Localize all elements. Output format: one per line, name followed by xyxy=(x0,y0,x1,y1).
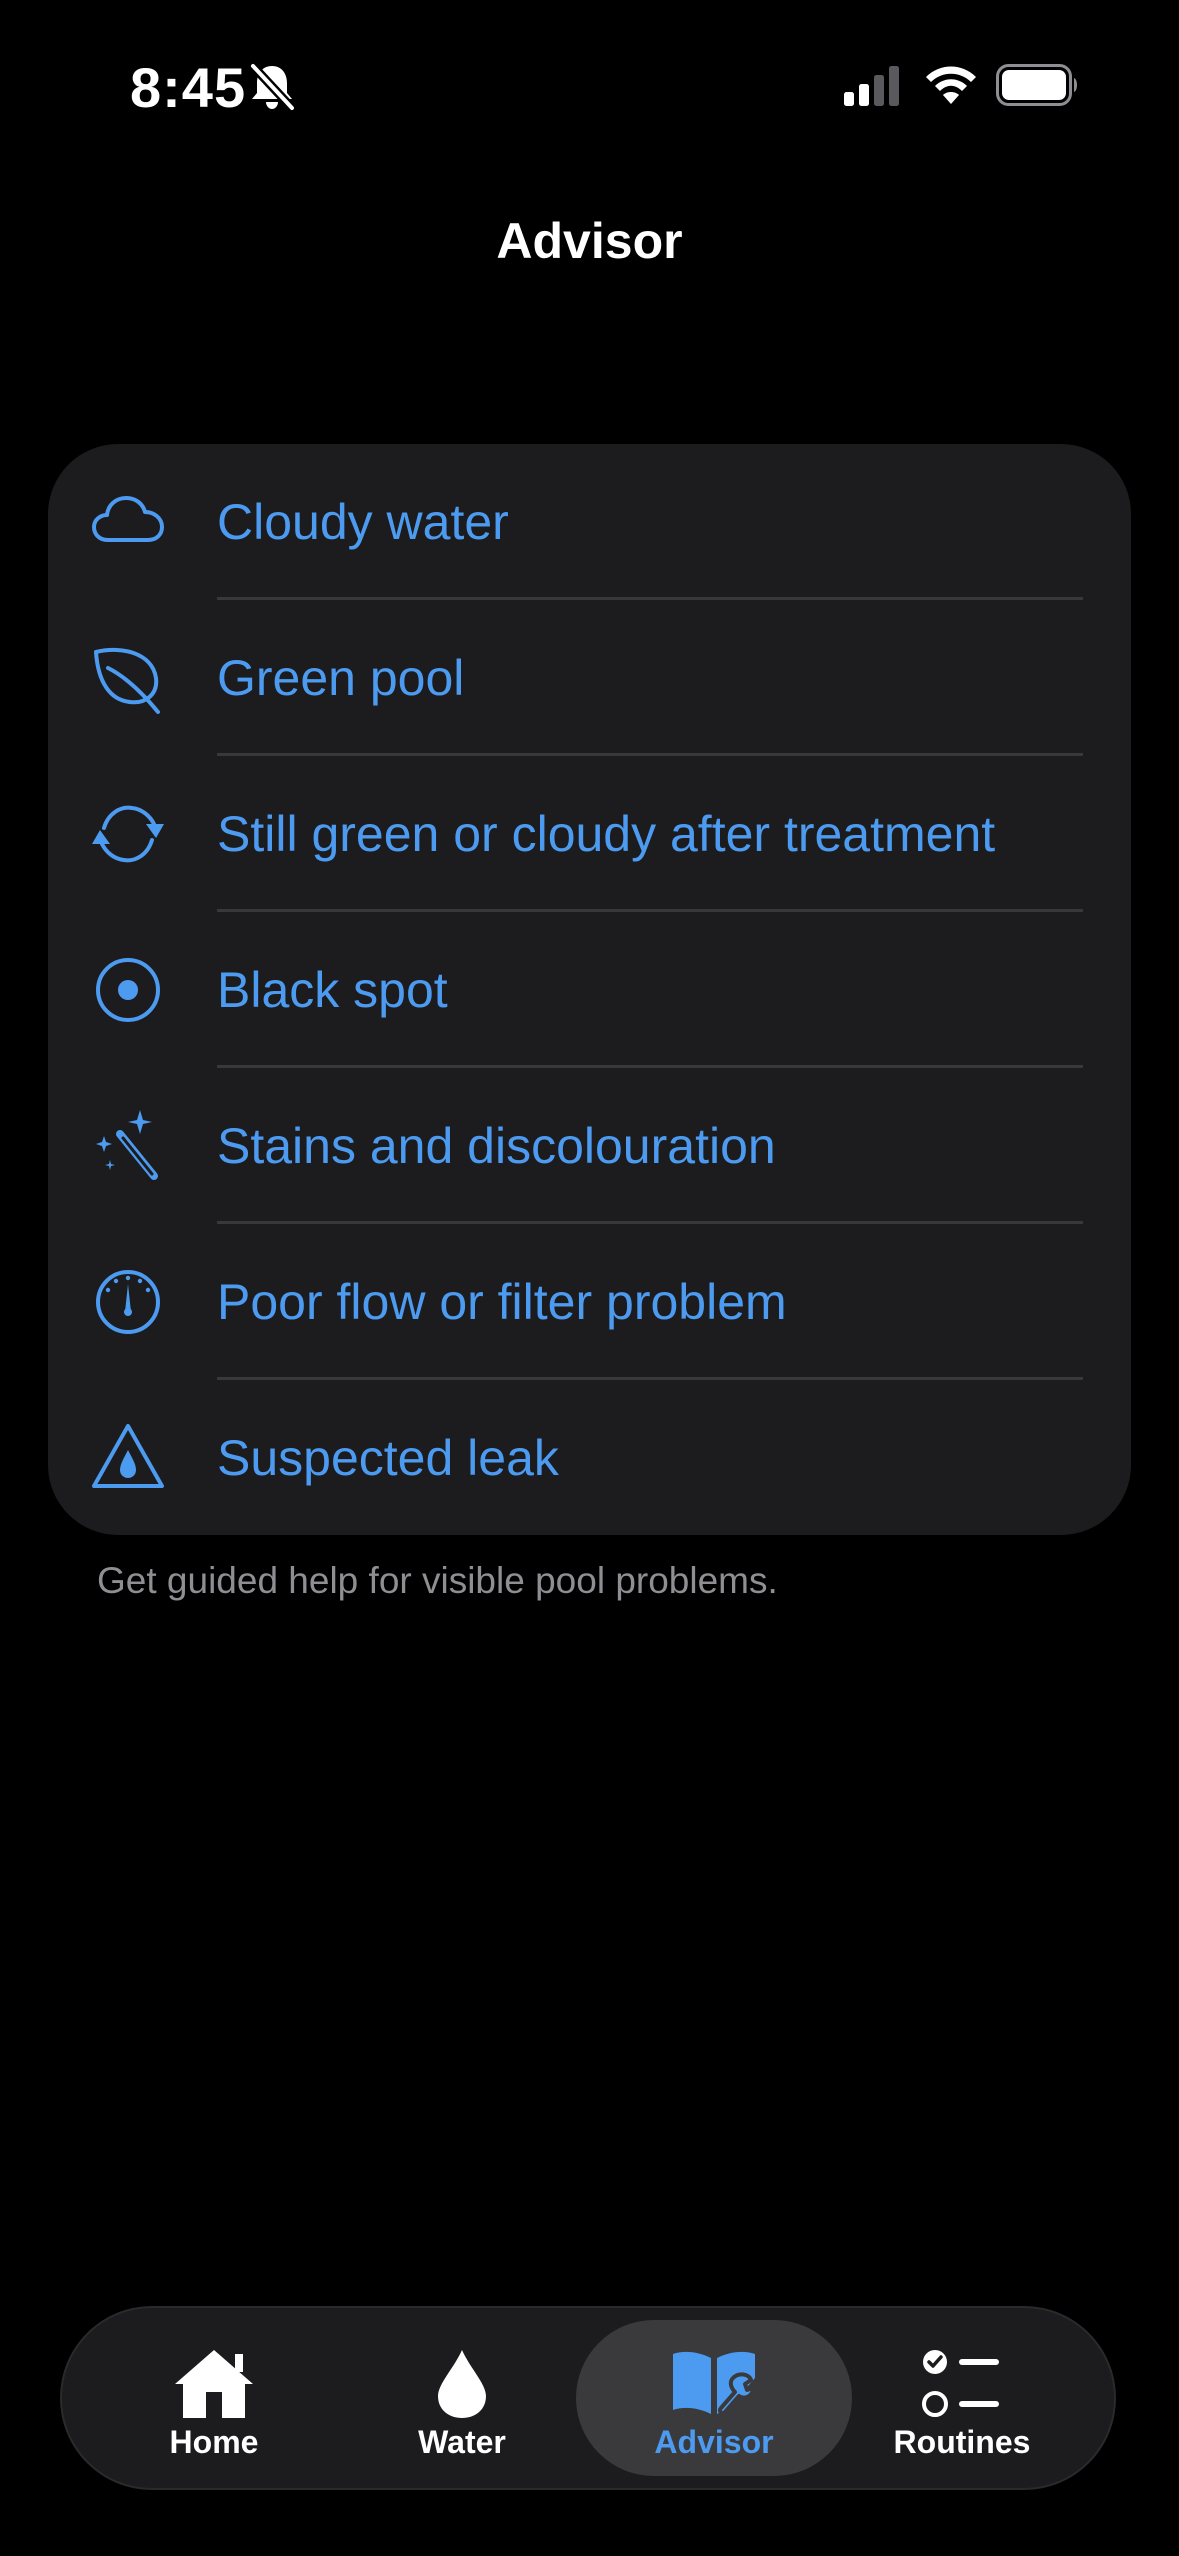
status-time: 8:45 xyxy=(130,56,247,119)
list-item-label: Suspected leak xyxy=(217,1430,559,1486)
list-item-label: Cloudy water xyxy=(217,494,509,550)
list-item-label: Poor flow or filter problem xyxy=(217,1274,787,1330)
list-item-stains[interactable]: Stains and discolouration xyxy=(48,1068,1131,1224)
tab-home[interactable]: Home xyxy=(76,2320,352,2476)
warning-drop-icon xyxy=(92,1424,164,1488)
wifi-icon xyxy=(926,66,976,104)
tab-label: Home xyxy=(169,2424,259,2460)
leaf-icon xyxy=(94,647,160,714)
tab-advisor[interactable]: Advisor xyxy=(576,2320,852,2476)
tab-label: Advisor xyxy=(654,2424,774,2460)
footer-text: Get guided help for visible pool problem… xyxy=(97,1560,778,1601)
list-item-label: Green pool xyxy=(217,650,465,706)
checklist-icon xyxy=(922,2350,999,2417)
list-item-black-spot[interactable]: Black spot xyxy=(48,912,1131,1068)
magic-wand-icon xyxy=(96,1110,158,1180)
house-icon xyxy=(175,2350,253,2418)
list-item-label: Still green or cloudy after treatment xyxy=(217,806,996,862)
cloud-icon xyxy=(92,496,164,542)
tab-bar: Home Water Advisor Routines xyxy=(62,2308,1114,2488)
list-item-label: Stains and discolouration xyxy=(217,1118,776,1174)
tab-water[interactable]: Water xyxy=(324,2320,600,2476)
book-wrench-icon xyxy=(673,2351,755,2416)
list-item-suspected-leak[interactable]: Suspected leak xyxy=(48,1380,1131,1535)
gauge-icon xyxy=(96,1270,160,1334)
target-dot-icon xyxy=(96,958,160,1022)
bell-slash-icon xyxy=(249,62,296,112)
list-item-still-green[interactable]: Still green or cloudy after treatment xyxy=(48,756,1131,912)
problem-list: Cloudy water Green pool Still green or c… xyxy=(48,444,1131,1535)
status-bar: 8:45 xyxy=(0,0,1179,175)
list-item-poor-flow[interactable]: Poor flow or filter problem xyxy=(48,1224,1131,1380)
page-title: Advisor xyxy=(496,213,683,269)
refresh-icon xyxy=(92,805,164,863)
battery-icon xyxy=(996,64,1077,106)
list-item-green-pool[interactable]: Green pool xyxy=(48,600,1131,756)
cellular-signal-icon xyxy=(844,66,899,106)
tab-label: Routines xyxy=(893,2424,1031,2460)
list-item-label: Black spot xyxy=(217,962,448,1018)
drop-icon xyxy=(438,2350,486,2418)
list-item-cloudy-water[interactable]: Cloudy water xyxy=(48,444,1131,600)
tab-label: Water xyxy=(418,2424,506,2460)
tab-routines[interactable]: Routines xyxy=(824,2320,1100,2476)
